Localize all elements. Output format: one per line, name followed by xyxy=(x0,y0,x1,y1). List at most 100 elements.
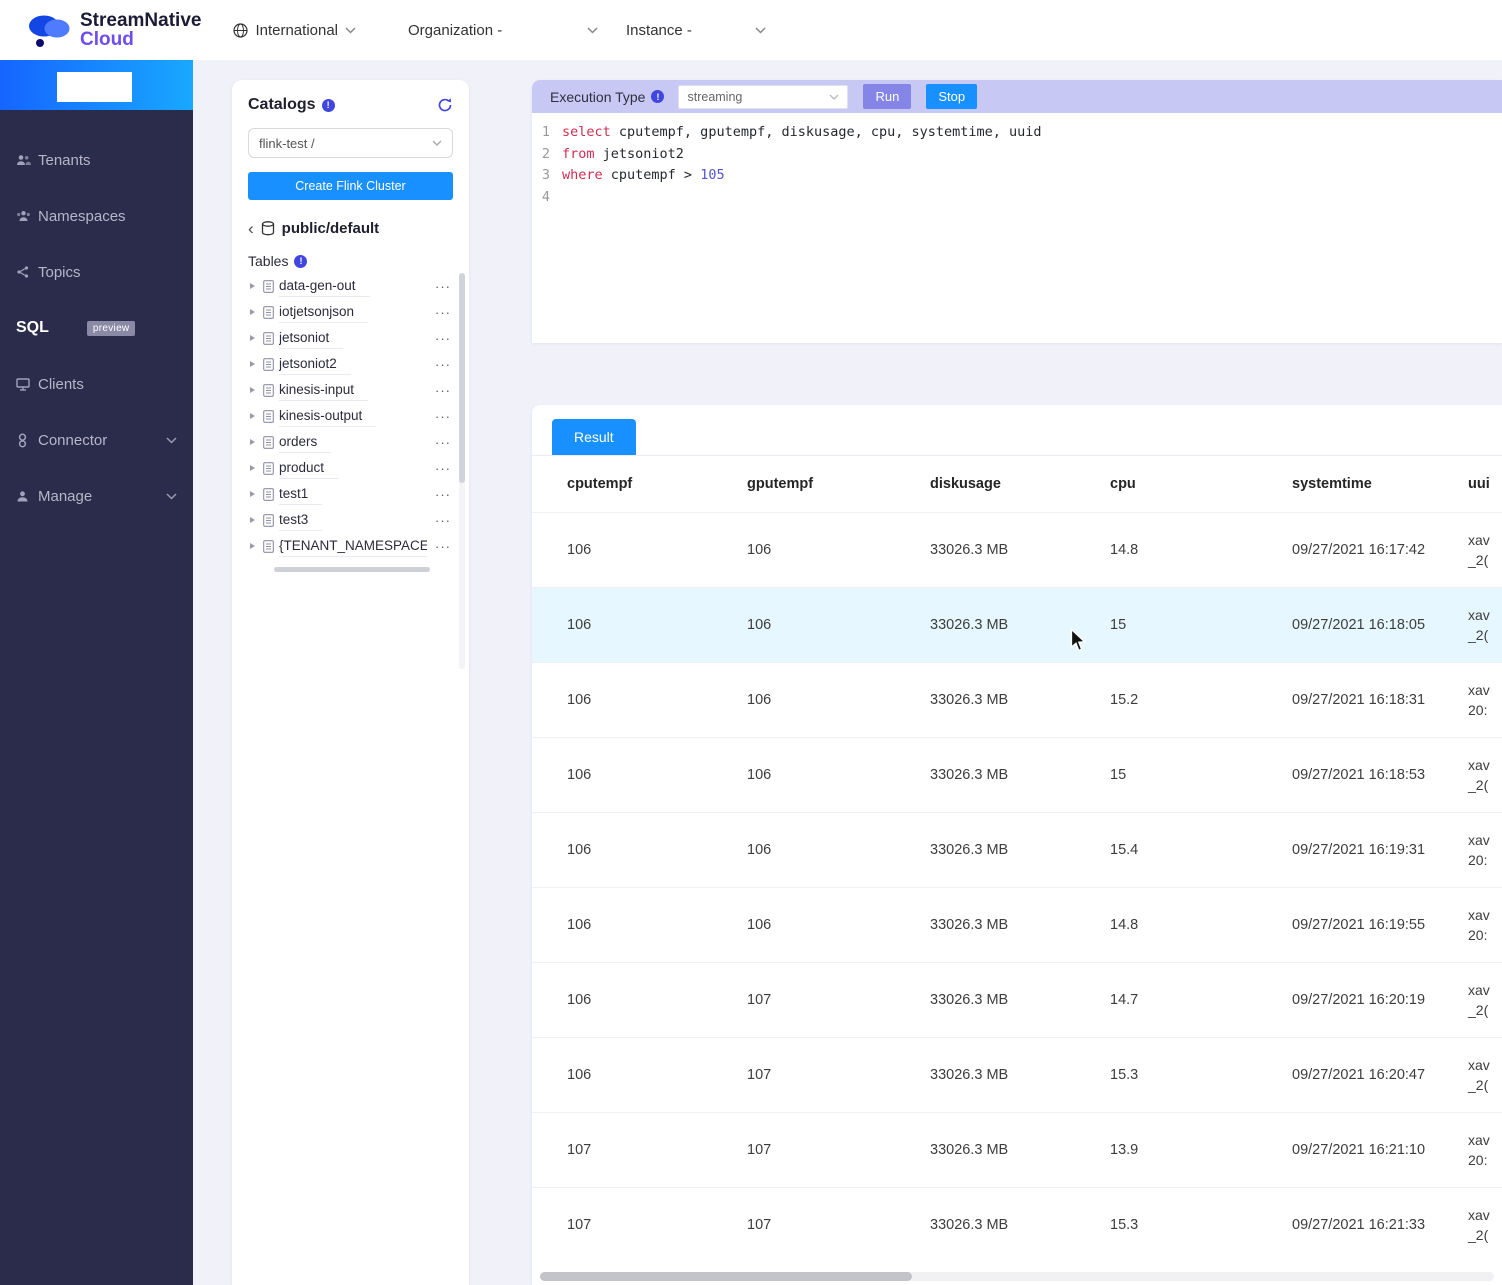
result-cell: 107 xyxy=(567,1142,592,1158)
catalog-select[interactable]: flink-test / xyxy=(248,128,453,158)
result-row[interactable]: 106 106 33026.3 MB 15.4 09/27/2021 16:19:31 x… xyxy=(532,812,1502,888)
table-name[interactable]: orders xyxy=(279,432,332,453)
info-icon[interactable]: ! xyxy=(651,90,665,103)
sidebar-item-clients[interactable]: Clients xyxy=(0,356,193,412)
table-list-item[interactable]: data-gen-out ··· xyxy=(248,273,453,299)
table-name[interactable]: kinesis-output xyxy=(279,406,377,427)
table-icon xyxy=(263,357,274,371)
table-name[interactable]: jetsoniot2 xyxy=(279,354,351,375)
back-chevron-icon[interactable]: ‹ xyxy=(248,220,254,237)
result-row[interactable]: 106 106 33026.3 MB 15.2 09/27/2021 16:18:31 x… xyxy=(532,662,1502,738)
table-name[interactable]: iotjetsonjson xyxy=(279,302,369,323)
table-menu-button[interactable]: ··· xyxy=(435,487,453,502)
expand-caret-icon[interactable] xyxy=(248,542,258,550)
region-selector[interactable]: International xyxy=(233,22,356,39)
expand-caret-icon[interactable] xyxy=(248,386,258,394)
table-name[interactable]: data-gen-out xyxy=(279,276,370,297)
table-name[interactable]: test3 xyxy=(279,510,323,531)
breadcrumb-label: public/default xyxy=(281,220,380,237)
expand-caret-icon[interactable] xyxy=(248,308,258,316)
sidebar-item-tenants[interactable]: Tenants xyxy=(0,132,193,188)
expand-caret-icon[interactable] xyxy=(248,516,258,524)
result-row[interactable]: 106 106 33026.3 MB 15 09/27/2021 16:18:53 xav… xyxy=(532,737,1502,813)
table-menu-button[interactable]: ··· xyxy=(435,357,453,372)
table-name[interactable]: jetsoniot xyxy=(279,328,344,349)
table-list-item[interactable]: test1 ··· xyxy=(248,481,453,507)
refresh-icon[interactable] xyxy=(437,97,453,113)
organization-selector[interactable]: Organization - xyxy=(408,22,598,39)
code-line[interactable]: 4 xyxy=(532,187,1502,209)
scrollbar-thumb[interactable] xyxy=(459,273,465,483)
result-row[interactable]: 107 107 33026.3 MB 13.9 09/27/2021 16:21:10 x… xyxy=(532,1112,1502,1188)
table-menu-button[interactable]: ··· xyxy=(435,461,453,476)
sql-code-editor[interactable]: 1 select cputempf, gputempf, diskusage, c… xyxy=(532,113,1502,343)
column-header: diskusage xyxy=(930,476,1001,492)
expand-caret-icon[interactable] xyxy=(248,412,258,420)
result-row[interactable]: 107 107 33026.3 MB 15.3 09/27/2021 16:21:33 x… xyxy=(532,1187,1502,1263)
result-cell: 106 xyxy=(747,542,772,558)
clients-icon xyxy=(16,377,38,391)
table-menu-button[interactable]: ··· xyxy=(435,279,453,294)
horizontal-scrollbar[interactable] xyxy=(274,567,430,572)
expand-caret-icon[interactable] xyxy=(248,282,258,290)
table-menu-button[interactable]: ··· xyxy=(435,305,453,320)
result-row[interactable]: 106 107 33026.3 MB 14.7 09/27/2021 16:20:19 x… xyxy=(532,962,1502,1038)
scrollbar-thumb[interactable] xyxy=(540,1272,913,1281)
table-list-item[interactable]: orders ··· xyxy=(248,429,453,455)
table-menu-button[interactable]: ··· xyxy=(435,383,453,398)
code-text: where cputempf > 105 xyxy=(562,167,725,183)
sidebar-banner-box xyxy=(57,72,132,102)
expand-caret-icon[interactable] xyxy=(248,490,258,498)
expand-caret-icon[interactable] xyxy=(248,438,258,446)
result-row[interactable]: 106 107 33026.3 MB 15.3 09/27/2021 16:20:47 x… xyxy=(532,1037,1502,1113)
database-icon xyxy=(261,221,275,236)
table-list-item[interactable]: jetsoniot2 ··· xyxy=(248,351,453,377)
table-name[interactable]: {TENANT_NAMESPACE_T xyxy=(279,536,427,557)
expand-caret-icon[interactable] xyxy=(248,334,258,342)
code-line[interactable]: 2 from jetsoniot2 xyxy=(532,144,1502,166)
result-cell: 33026.3 MB xyxy=(930,542,1009,558)
sidebar-item-namespaces[interactable]: Namespaces xyxy=(0,188,193,244)
stop-button[interactable]: Stop xyxy=(926,84,978,109)
sidebar-item-topics[interactable]: Topics xyxy=(0,244,193,300)
result-row[interactable]: 106 106 33026.3 MB 14.8 09/27/2021 16:19:55 x… xyxy=(532,887,1502,963)
table-list-item[interactable]: kinesis-output ··· xyxy=(248,403,453,429)
expand-caret-icon[interactable] xyxy=(248,360,258,368)
code-line[interactable]: 1 select cputempf, gputempf, diskusage, c… xyxy=(532,122,1502,144)
result-row[interactable]: 106 106 33026.3 MB 15 09/27/2021 16:18:05 xav… xyxy=(532,587,1502,663)
table-list-item[interactable]: test3 ··· xyxy=(248,507,453,533)
sidebar-item-sql[interactable]: SQL preview xyxy=(0,300,193,356)
table-list-item[interactable]: jetsoniot ··· xyxy=(248,325,453,351)
table-list-item[interactable]: iotjetsonjson ··· xyxy=(248,299,453,325)
table-list-item[interactable]: kinesis-input ··· xyxy=(248,377,453,403)
table-menu-button[interactable]: ··· xyxy=(435,409,453,424)
table-menu-button[interactable]: ··· xyxy=(435,513,453,528)
expand-caret-icon[interactable] xyxy=(248,464,258,472)
info-icon[interactable]: ! xyxy=(321,98,335,112)
table-menu-button[interactable]: ··· xyxy=(435,331,453,346)
instance-selector[interactable]: Instance - xyxy=(626,22,766,39)
table-menu-button[interactable]: ··· xyxy=(435,539,453,554)
table-name[interactable]: test1 xyxy=(279,484,323,505)
tab-result[interactable]: Result xyxy=(552,419,636,455)
result-horizontal-scrollbar[interactable] xyxy=(540,1272,1494,1281)
info-icon[interactable]: ! xyxy=(294,254,308,268)
table-list-item[interactable]: product ··· xyxy=(248,455,453,481)
sidebar-item-manage[interactable]: Manage xyxy=(0,468,193,524)
chevron-down-icon xyxy=(166,492,177,500)
result-row[interactable]: 106 106 33026.3 MB 14.8 09/27/2021 16:17:42 x… xyxy=(532,512,1502,588)
table-list-item[interactable]: {TENANT_NAMESPACE_T ··· xyxy=(248,533,453,559)
table-name[interactable]: kinesis-input xyxy=(279,380,369,401)
result-table: cputempf gputempf diskusage cpu systemtime uu… xyxy=(532,456,1502,1263)
result-cell: 106 xyxy=(747,767,772,783)
code-line[interactable]: 3 where cputempf > 105 xyxy=(532,165,1502,187)
table-menu-button[interactable]: ··· xyxy=(435,435,453,450)
result-cell: 106 xyxy=(567,992,592,1008)
sidebar-item-connector[interactable]: Connector xyxy=(0,412,193,468)
run-button[interactable]: Run xyxy=(863,84,912,109)
table-name[interactable]: product xyxy=(279,458,339,479)
result-cell: 09/27/2021 16:18:05 xyxy=(1292,617,1426,633)
create-flink-cluster-button[interactable]: Create Flink Cluster xyxy=(248,172,453,200)
vertical-scrollbar[interactable] xyxy=(459,273,465,669)
execution-type-select[interactable]: streaming xyxy=(678,84,849,109)
